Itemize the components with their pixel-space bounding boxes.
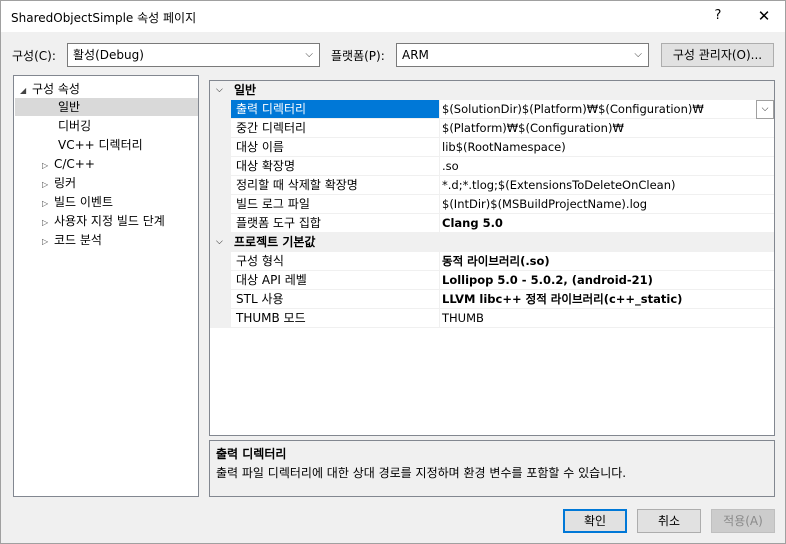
- property-row[interactable]: 대상 API 레벨 Lollipop 5.0 - 5.0.2, (android…: [210, 271, 774, 290]
- tree-root[interactable]: ◢ 구성 속성: [20, 80, 80, 98]
- property-name: 출력 디렉터리: [231, 100, 440, 119]
- property-name: 중간 디렉터리: [231, 119, 440, 138]
- category-project-defaults[interactable]: ⌵ 프로젝트 기본값: [210, 233, 774, 252]
- property-row[interactable]: STL 사용 LLVM libc++ 정적 라이브러리(c++_static): [210, 290, 774, 309]
- category-general[interactable]: ⌵ 일반: [210, 81, 774, 100]
- property-value[interactable]: $(SolutionDir)$(Platform)₩$(Configuratio…: [440, 100, 774, 119]
- property-row[interactable]: 플랫폼 도구 집합 Clang 5.0: [210, 214, 774, 233]
- expand-icon[interactable]: ▷: [42, 214, 54, 232]
- property-value[interactable]: lib$(RootNamespace): [440, 138, 774, 157]
- config-label: 구성(C):: [12, 49, 56, 63]
- property-name: 빌드 로그 파일: [231, 195, 440, 214]
- chevron-down-icon[interactable]: ⌵: [756, 100, 774, 119]
- expand-icon[interactable]: ▷: [42, 157, 54, 175]
- property-row[interactable]: 빌드 로그 파일 $(IntDir)$(MSBuildProjectName).…: [210, 195, 774, 214]
- property-row[interactable]: 정리할 때 삭제할 확장명 *.d;*.tlog;$(ExtensionsToD…: [210, 176, 774, 195]
- config-value: 활성(Debug): [73, 48, 144, 62]
- apply-button[interactable]: 적용(A): [711, 509, 775, 533]
- expand-icon[interactable]: ▷: [42, 176, 54, 194]
- config-combo[interactable]: 활성(Debug) ⌵: [67, 43, 320, 67]
- property-value[interactable]: THUMB: [440, 309, 774, 328]
- description-title: 출력 디렉터리: [216, 447, 287, 461]
- tree-item-code-analysis[interactable]: ▷ 코드 분석: [42, 231, 102, 249]
- property-row[interactable]: THUMB 모드 THUMB: [210, 309, 774, 328]
- platform-combo[interactable]: ARM ⌵: [396, 43, 649, 67]
- property-tree[interactable]: ◢ 구성 속성 일반 디버깅 VC++ 디렉터리 ▷ C/C++ ▷ 링커 ▷ 빌드 이…: [13, 75, 199, 497]
- window-title: SharedObjectSimple 속성 페이지: [11, 11, 197, 25]
- property-value[interactable]: 동적 라이브러리(.so): [440, 252, 774, 271]
- tree-item-general[interactable]: 일반: [15, 98, 198, 116]
- tree-item-custom-build-step[interactable]: ▷ 사용자 지정 빌드 단계: [42, 212, 165, 230]
- tree-item-vc-directories[interactable]: VC++ 디렉터리: [58, 136, 143, 154]
- property-name: THUMB 모드: [231, 309, 440, 328]
- property-pages-dialog: SharedObjectSimple 속성 페이지 ? ✕ 구성(C): 활성(…: [0, 0, 786, 544]
- property-row[interactable]: 대상 확장명 .so: [210, 157, 774, 176]
- property-value[interactable]: $(IntDir)$(MSBuildProjectName).log: [440, 195, 774, 214]
- property-row[interactable]: 구성 형식 동적 라이브러리(.so): [210, 252, 774, 271]
- property-value[interactable]: $(Platform)₩$(Configuration)₩: [440, 119, 774, 138]
- ok-button[interactable]: 확인: [563, 509, 627, 533]
- property-name: 정리할 때 삭제할 확장명: [231, 176, 440, 195]
- property-value[interactable]: Clang 5.0: [440, 214, 774, 233]
- property-name: 플랫폼 도구 집합: [231, 214, 440, 233]
- property-row[interactable]: 대상 이름 lib$(RootNamespace): [210, 138, 774, 157]
- tree-item-build-events[interactable]: ▷ 빌드 이벤트: [42, 193, 113, 211]
- description-panel: 출력 디렉터리 출력 파일 디렉터리에 대한 상대 경로를 지정하며 환경 변수…: [209, 440, 775, 497]
- platform-label: 플랫폼(P):: [331, 49, 385, 63]
- collapse-icon[interactable]: ⌵: [216, 81, 223, 100]
- help-button[interactable]: ?: [706, 5, 730, 27]
- property-row[interactable]: 출력 디렉터리 $(SolutionDir)$(Platform)₩$(Conf…: [210, 100, 774, 119]
- platform-value: ARM: [402, 48, 429, 62]
- expand-icon[interactable]: ▷: [42, 195, 54, 213]
- property-grid[interactable]: ⌵ 일반 출력 디렉터리 $(SolutionDir)$(Platform)₩$…: [209, 80, 775, 436]
- cancel-button[interactable]: 취소: [637, 509, 701, 533]
- property-value[interactable]: LLVM libc++ 정적 라이브러리(c++_static): [440, 290, 774, 309]
- property-name: STL 사용: [231, 290, 440, 309]
- tree-item-linker[interactable]: ▷ 링커: [42, 174, 76, 192]
- property-name: 구성 형식: [231, 252, 440, 271]
- collapse-icon[interactable]: ⌵: [216, 233, 223, 252]
- property-value[interactable]: Lollipop 5.0 - 5.0.2, (android-21): [440, 271, 774, 290]
- description-text: 출력 파일 디렉터리에 대한 상대 경로를 지정하며 환경 변수를 포함할 수 …: [216, 466, 627, 480]
- tree-item-debugging[interactable]: 디버깅: [58, 117, 91, 135]
- property-name: 대상 확장명: [231, 157, 440, 176]
- property-row[interactable]: 중간 디렉터리 $(Platform)₩$(Configuration)₩: [210, 119, 774, 138]
- chevron-down-icon: ⌵: [634, 49, 642, 60]
- expand-icon[interactable]: ▷: [42, 233, 54, 251]
- property-name: 대상 이름: [231, 138, 440, 157]
- tree-item-cpp[interactable]: ▷ C/C++: [42, 155, 95, 173]
- config-manager-button[interactable]: 구성 관리자(O)...: [661, 43, 774, 67]
- property-name: 대상 API 레벨: [231, 271, 440, 290]
- chevron-down-icon: ⌵: [305, 49, 313, 60]
- close-button[interactable]: ✕: [749, 5, 779, 27]
- property-value[interactable]: *.d;*.tlog;$(ExtensionsToDeleteOnClean): [440, 176, 774, 195]
- property-value[interactable]: .so: [440, 157, 774, 176]
- title-bar: SharedObjectSimple 속성 페이지 ? ✕: [1, 1, 785, 32]
